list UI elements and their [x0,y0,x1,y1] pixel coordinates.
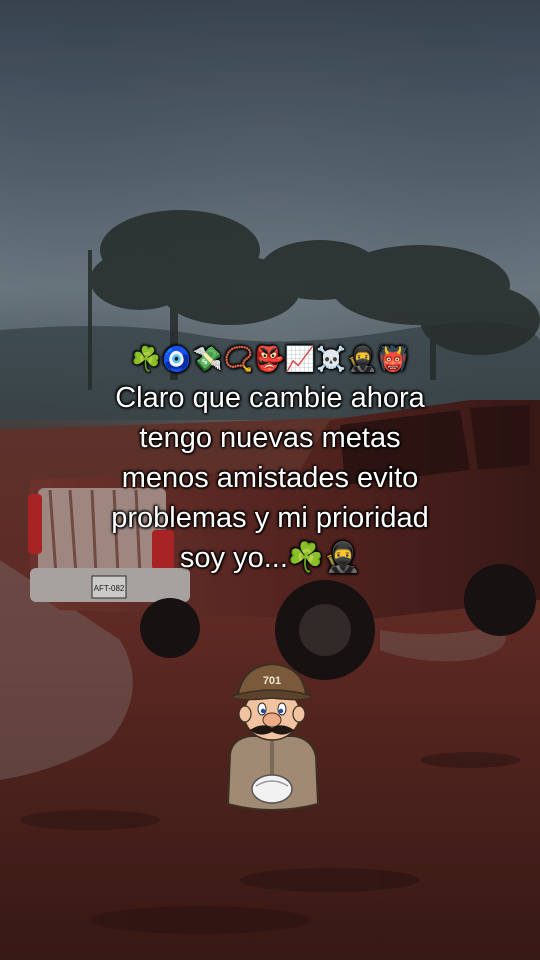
caption-line-5: soy yo...☘️🥷 [179,542,361,574]
video-frame: AFT-082 ☘️🧿💸📿👺📈☠️🥷👹 Claro que cambie aho… [0,0,540,960]
hat-label: 701 [263,675,281,687]
caption-line-1: Claro que cambie ahora [115,382,425,414]
caption: ☘️🧿💸📿👺📈☠️🥷👹 Claro que cambie ahora tengo… [20,342,520,578]
caption-line-3: menos amistades evito [121,462,419,494]
emoji-row: ☘️🧿💸📿👺📈☠️🥷👹 [131,346,409,373]
caption-line-2: tengo nuevas metas [139,422,401,454]
mario-sticker: 701 [226,662,320,811]
caption-line-4: problemas y mi prioridad [111,502,429,534]
